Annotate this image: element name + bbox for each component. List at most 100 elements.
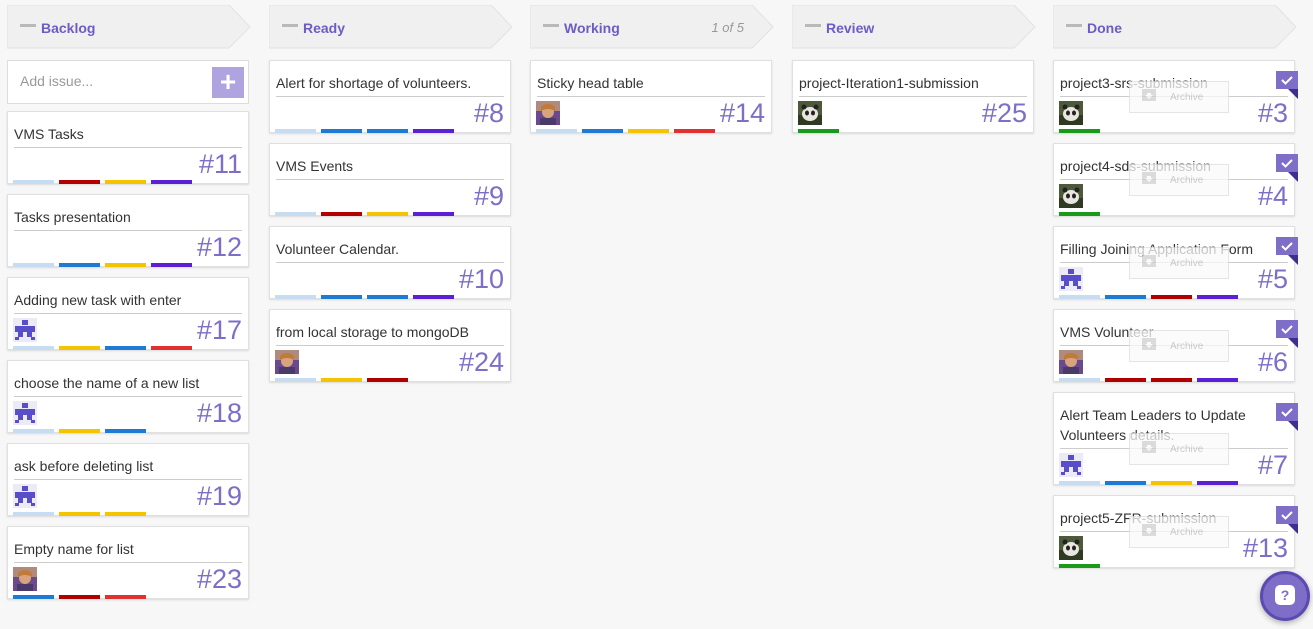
- label-bar: [1059, 564, 1100, 568]
- assignee-avatar[interactable]: [536, 101, 560, 125]
- assignee-avatar[interactable]: [798, 101, 822, 125]
- issue-card[interactable]: Sticky head table #14: [530, 60, 772, 133]
- archive-button[interactable]: Archive: [1129, 516, 1229, 548]
- column-header[interactable]: Ready: [269, 5, 513, 49]
- assignee-avatar[interactable]: [275, 350, 299, 374]
- done-check-icon[interactable]: [1276, 71, 1298, 99]
- help-button[interactable]: ?: [1260, 571, 1310, 621]
- assignee-avatar[interactable]: [1059, 536, 1083, 560]
- label-bar: [275, 129, 316, 133]
- issue-card[interactable]: VMS Tasks #11: [7, 111, 249, 184]
- label-bar: [413, 212, 454, 216]
- column-title: Working: [564, 20, 620, 36]
- label-strip: [275, 129, 454, 133]
- issue-card[interactable]: VMS Events #9: [269, 143, 511, 216]
- column-header[interactable]: Working 1 of 5: [530, 5, 774, 49]
- label-bar: [59, 429, 100, 433]
- collapse-icon[interactable]: [543, 24, 559, 27]
- label-strip: [13, 263, 192, 267]
- assignee-avatar[interactable]: [1059, 453, 1083, 477]
- issue-card[interactable]: Filling Joining Application FormArchive#…: [1053, 226, 1298, 299]
- done-check-icon[interactable]: [1276, 506, 1298, 534]
- done-check-icon[interactable]: [1276, 154, 1298, 182]
- label-bar: [1105, 378, 1146, 382]
- add-issue-input[interactable]: [20, 73, 200, 89]
- issue-card[interactable]: project3-srs-submissionArchive#3: [1053, 60, 1298, 133]
- collapse-icon[interactable]: [20, 24, 36, 27]
- issue-title: Alert for shortage of volunteers.: [276, 75, 472, 91]
- archive-button[interactable]: Archive: [1129, 433, 1229, 465]
- label-bar: [413, 295, 454, 299]
- column-header[interactable]: Backlog: [7, 5, 251, 49]
- archive-button[interactable]: Archive: [1129, 330, 1229, 362]
- issue-card[interactable]: VMS Volunteer Archive #6: [1053, 309, 1298, 382]
- label-bar: [321, 129, 362, 133]
- add-issue-button[interactable]: +: [212, 67, 244, 98]
- done-check-icon[interactable]: [1276, 237, 1298, 265]
- assignee-avatar[interactable]: [1059, 101, 1083, 125]
- collapse-icon[interactable]: [1066, 24, 1082, 27]
- issue-number[interactable]: #6: [1258, 347, 1288, 378]
- issue-number[interactable]: #4: [1258, 181, 1288, 212]
- issue-card[interactable]: Adding new task with enter #17: [7, 277, 249, 350]
- kanban-board: Backlog + VMS Tasks #11 Tasks presentation #1…: [7, 0, 1313, 629]
- issue-number[interactable]: #14: [720, 98, 765, 129]
- issue-number[interactable]: #7: [1258, 450, 1288, 481]
- issue-number[interactable]: #18: [197, 398, 242, 429]
- issue-number[interactable]: #17: [197, 315, 242, 346]
- assignee-avatar[interactable]: [13, 318, 37, 342]
- issue-number[interactable]: #9: [474, 181, 504, 212]
- issue-number[interactable]: #13: [1243, 533, 1288, 564]
- label-bar: [151, 180, 192, 184]
- assignee-avatar[interactable]: [13, 567, 37, 591]
- issue-number[interactable]: #12: [197, 232, 242, 263]
- issue-card[interactable]: Volunteer Calendar. #10: [269, 226, 511, 299]
- issue-card[interactable]: ask before deleting list #19: [7, 443, 249, 516]
- issue-number[interactable]: #24: [459, 347, 504, 378]
- issue-card[interactable]: choose the name of a new list #18: [7, 360, 249, 433]
- issue-number[interactable]: #19: [197, 481, 242, 512]
- archive-button[interactable]: Archive: [1129, 164, 1229, 196]
- collapse-icon[interactable]: [282, 24, 298, 27]
- issue-card[interactable]: Tasks presentation #12: [7, 194, 249, 267]
- label-bar: [1105, 481, 1146, 485]
- issue-title: from local storage to mongoDB: [276, 324, 469, 340]
- issue-title: choose the name of a new list: [14, 375, 200, 391]
- label-bar: [1059, 129, 1100, 133]
- issue-number[interactable]: #5: [1258, 264, 1288, 295]
- assignee-avatar[interactable]: [1059, 184, 1083, 208]
- card-divider: [276, 179, 504, 180]
- issue-card[interactable]: Alert Team Leaders to Update Volunteers …: [1053, 392, 1298, 485]
- issue-card[interactable]: from local storage to mongoDB #24: [269, 309, 511, 382]
- issue-card[interactable]: project-Iteration1-submission #25: [792, 60, 1034, 133]
- issue-number[interactable]: #3: [1258, 98, 1288, 129]
- done-check-icon[interactable]: [1276, 320, 1298, 348]
- done-check-icon[interactable]: [1276, 403, 1298, 431]
- assignee-avatar[interactable]: [13, 484, 37, 508]
- archive-icon: [1142, 338, 1156, 350]
- assignee-avatar[interactable]: [1059, 350, 1083, 374]
- card-divider: [14, 230, 242, 231]
- label-bar: [105, 512, 146, 516]
- issue-title: Empty name for list: [14, 541, 134, 557]
- issue-number[interactable]: #10: [459, 264, 504, 295]
- collapse-icon[interactable]: [805, 24, 821, 27]
- column-title: Ready: [303, 20, 346, 36]
- label-bar: [151, 346, 192, 350]
- issue-number[interactable]: #8: [474, 98, 504, 129]
- issue-card[interactable]: Alert for shortage of volunteers. #8: [269, 60, 511, 133]
- issue-card[interactable]: project4-sds-submissionArchive#4: [1053, 143, 1298, 216]
- archive-button[interactable]: Archive: [1129, 247, 1229, 279]
- column-header[interactable]: Review: [792, 5, 1036, 49]
- issue-number[interactable]: #25: [982, 98, 1027, 129]
- assignee-avatar[interactable]: [13, 401, 37, 425]
- label-bar: [321, 212, 362, 216]
- assignee-avatar[interactable]: [1059, 267, 1083, 291]
- issue-card[interactable]: Empty name for list #23: [7, 526, 249, 599]
- issue-card[interactable]: project5-ZFR-submissionArchive#13: [1053, 495, 1298, 568]
- issue-number[interactable]: #23: [197, 564, 242, 595]
- issue-number[interactable]: #11: [199, 149, 242, 180]
- column-header[interactable]: Done: [1053, 5, 1297, 49]
- archive-button[interactable]: Archive: [1129, 81, 1229, 113]
- card-list: Alert for shortage of volunteers. #8 VMS E…: [269, 60, 511, 392]
